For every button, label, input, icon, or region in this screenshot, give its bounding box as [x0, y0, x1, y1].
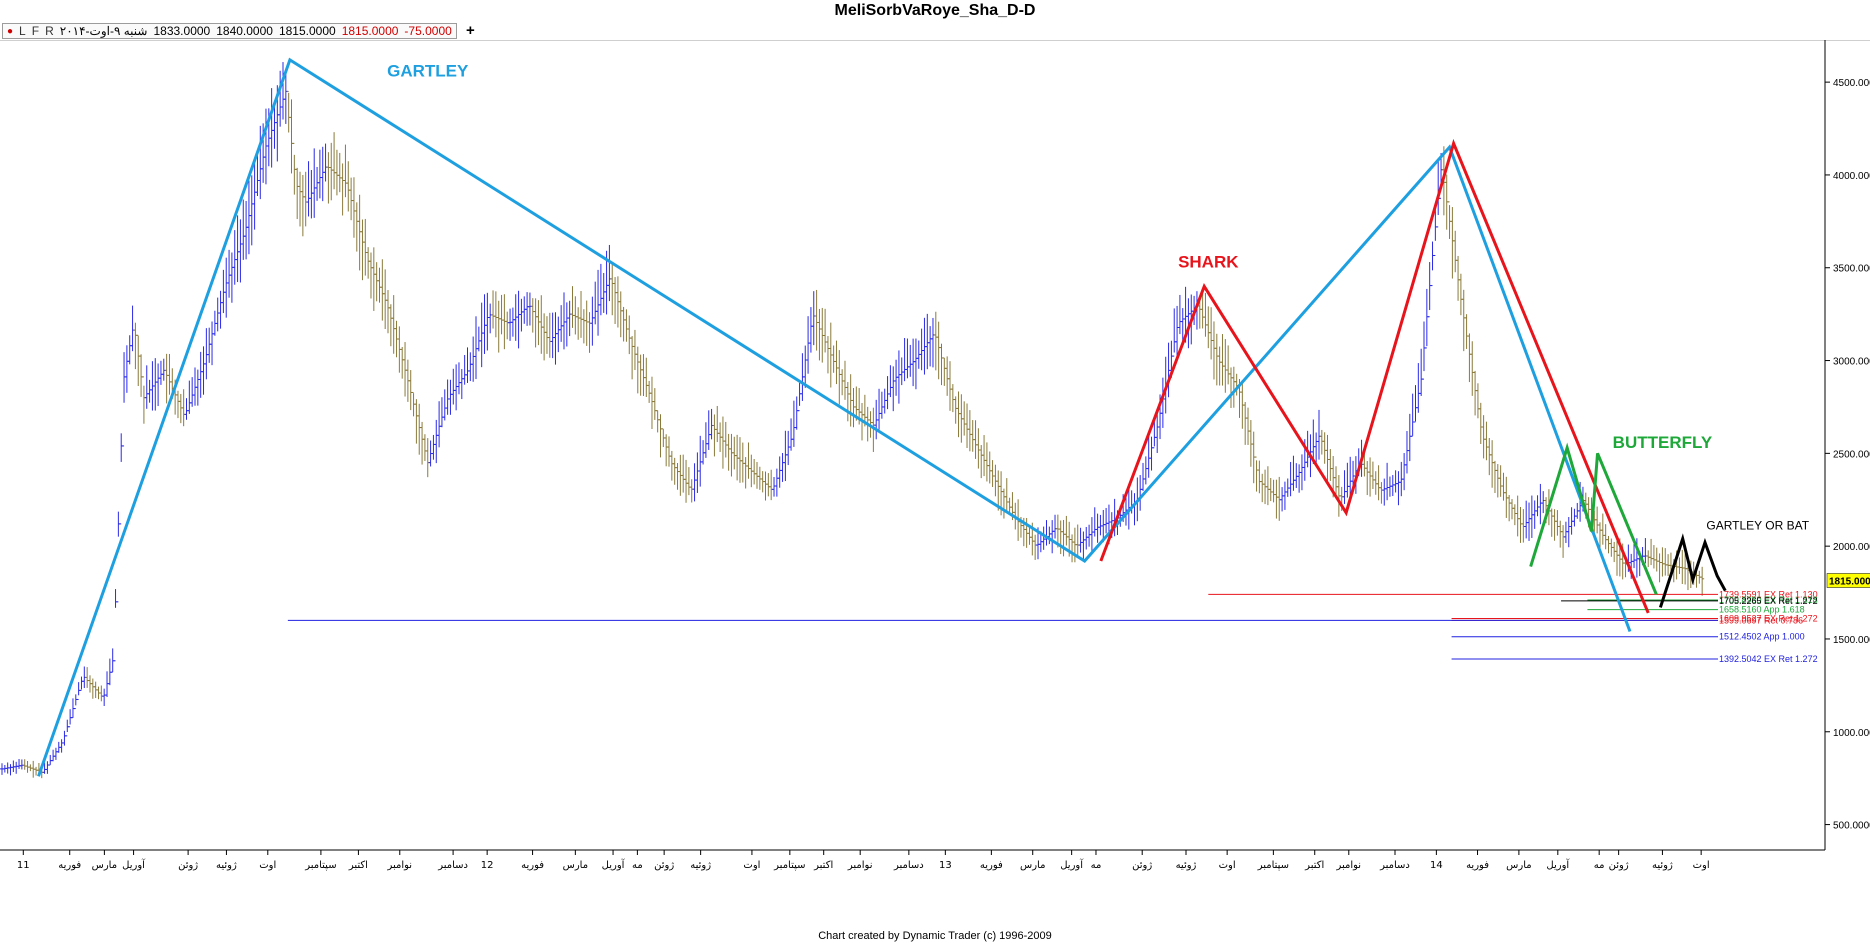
x-tick-label: 11: [17, 860, 30, 871]
info-bar: ● L F R شنبه ۹-اوت-۲۰۱۴ 1833.0000 1840.0…: [0, 22, 1870, 41]
x-tick-label: ژوئیه: [1652, 860, 1673, 871]
x-tick-label: اوت: [1219, 860, 1236, 871]
x-tick-label: مارس: [563, 860, 588, 871]
x-tick-label: فوریه: [521, 860, 544, 871]
y-tick-label: 500.0000: [1833, 821, 1870, 832]
quote-open: 1833.0000: [153, 24, 211, 38]
fib-levels: 1739.5591 EX Ret 1.1301709.8980 EX Ret 1…: [287, 589, 1818, 664]
x-tick-label: نوامبر: [847, 860, 873, 871]
y-tick-label: 3500.0000: [1833, 264, 1870, 275]
x-tick-label: ژوئن: [1609, 860, 1629, 871]
x-tick-label: اوت: [259, 860, 276, 871]
quote-change: -75.0000: [404, 24, 452, 38]
quote-low: 1815.0000: [278, 24, 336, 38]
annotation-label: GARTLEY: [387, 62, 469, 81]
x-tick-label: آوریل: [1546, 858, 1570, 871]
quote-high: 1840.0000: [216, 24, 273, 38]
annotation-label: GARTLEY OR BAT: [1706, 518, 1809, 532]
x-tick-label: اوت: [1693, 860, 1710, 871]
y-tick-label: 1000.0000: [1833, 728, 1870, 739]
price-chart[interactable]: 1739.5591 EX Ret 1.1301709.8980 EX Ret 1…: [0, 40, 1870, 930]
x-tick-label: فوریه: [1466, 860, 1489, 871]
x-tick-label: سپتامبر: [1257, 860, 1289, 871]
x-tick-label: مه: [1594, 860, 1605, 871]
marker-l[interactable]: L: [19, 24, 26, 38]
x-tick-label: ژوئن: [178, 860, 198, 871]
x-tick-label: اکتبر: [813, 860, 833, 871]
level-label: 1392.5042 EX Ret 1.272: [1719, 654, 1818, 664]
pattern-butterfly: [1529, 442, 1658, 595]
x-tick-label: 12: [481, 860, 494, 871]
x-tick-label: 14: [1430, 860, 1443, 871]
quote-box: ● L F R شنبه ۹-اوت-۲۰۱۴ 1833.0000 1840.0…: [2, 23, 457, 39]
x-tick-label: مارس: [92, 860, 117, 871]
quote-date: شنبه ۹-اوت-۲۰۱۴: [59, 24, 148, 38]
x-tick-label: آوریل: [1060, 858, 1084, 871]
x-tick-label: نوامبر: [386, 860, 412, 871]
x-tick-label: مه: [1091, 860, 1102, 871]
x-tick-label: فوریه: [980, 860, 1003, 871]
x-tick-label: 13: [939, 860, 952, 871]
pattern-gartley-or-bat: [1658, 533, 1727, 608]
annotation-label: SHARK: [1178, 253, 1239, 272]
footer-credit: Chart created by Dynamic Trader (c) 1996…: [818, 930, 1052, 942]
y-axis: 500.0000 1000.0000 1500.0000 2000.0000 2500.…: [1824, 40, 1870, 850]
x-tick-label: مارس: [1020, 860, 1045, 871]
x-tick-label: آوریل: [122, 858, 146, 871]
x-tick-label: اوت: [743, 860, 760, 871]
level-label: 1599.0697 Ret 0.786: [1719, 615, 1803, 625]
y-tick-label: 1500.0000: [1833, 635, 1870, 646]
x-tick-label: اکتبر: [348, 860, 368, 871]
quote-close: 1815.0000: [341, 24, 399, 38]
x-tick-label: مه: [632, 860, 643, 871]
x-tick-label: آوریل: [602, 858, 626, 871]
status-dot-icon: ●: [7, 25, 14, 37]
last-price-label: 1815.0000: [1829, 576, 1870, 587]
x-tick-label: ژوئن: [1132, 860, 1152, 871]
x-tick-label: ژوئیه: [690, 860, 711, 871]
add-plus-icon[interactable]: +: [466, 22, 475, 39]
x-tick-label: دسامبر: [1379, 860, 1410, 871]
title-bar: MeliSorbVaRoye_Sha_D-D: [0, 0, 1870, 23]
x-tick-label: سپتامبر: [773, 860, 805, 871]
chart-title: MeliSorbVaRoye_Sha_D-D: [834, 2, 1036, 19]
price-bars: [0, 62, 1705, 779]
annotation-label: BUTTERFLY: [1613, 433, 1713, 452]
marker-r[interactable]: R: [45, 24, 54, 38]
x-tick-label: اکتبر: [1304, 860, 1324, 871]
marker-f[interactable]: F: [32, 24, 39, 38]
x-tick-label: ژوئیه: [216, 860, 237, 871]
pattern-gartley: [37, 57, 1632, 777]
y-tick-label: 4000.0000: [1833, 171, 1870, 182]
x-tick-label: نوامبر: [1335, 860, 1361, 871]
x-tick-label: سپتامبر: [304, 860, 336, 871]
y-tick-label: 3000.0000: [1833, 357, 1870, 368]
x-tick-label: ژوئیه: [1176, 860, 1197, 871]
y-tick-label: 2000.0000: [1833, 542, 1870, 553]
y-tick-label: 2500.0000: [1833, 449, 1870, 460]
y-tick-label: 4500.0000: [1833, 78, 1870, 89]
x-tick-label: فوریه: [58, 860, 81, 871]
x-tick-label: دسامبر: [893, 860, 924, 871]
x-tick-label: ژوئن: [654, 860, 674, 871]
x-tick-label: مارس: [1506, 860, 1531, 871]
level-label: 1512.4502 App 1.000: [1719, 632, 1805, 642]
x-tick-label: دسامبر: [437, 860, 468, 871]
x-axis: 11 فوریه مارس آوریل ژوئن ژوئیه اوت سپتامبر اکتبر…: [0, 849, 1825, 871]
